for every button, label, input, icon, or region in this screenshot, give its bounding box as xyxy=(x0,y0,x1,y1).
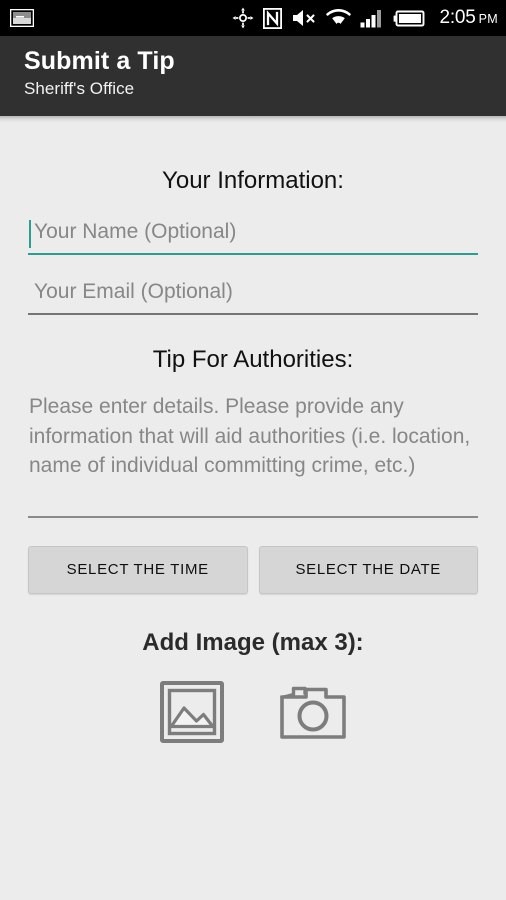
battery-icon xyxy=(393,9,426,28)
text-caret xyxy=(29,220,31,248)
gps-location-icon xyxy=(232,7,254,29)
email-input[interactable] xyxy=(28,277,478,313)
tip-textarea[interactable] xyxy=(28,392,478,516)
camera-icon xyxy=(278,686,348,749)
select-date-button[interactable]: SELECT THE DATE xyxy=(258,545,478,594)
gallery-button[interactable] xyxy=(158,678,226,746)
status-bar: 2:05 PM xyxy=(0,0,506,36)
gallery-picture-icon xyxy=(158,680,226,749)
wifi-icon xyxy=(326,8,352,28)
add-image-heading: Add Image (max 3): xyxy=(142,628,364,656)
page-title: Submit a Tip xyxy=(24,47,175,75)
app-screen: 2:05 PM Submit a Tip Sheriff's Office Yo… xyxy=(0,0,506,900)
screenshot-image-icon xyxy=(9,8,35,28)
clock-meridiem: PM xyxy=(478,12,498,26)
datetime-button-row: SELECT THE TIME SELECT THE DATE xyxy=(28,545,478,594)
clock-time: 2:05 xyxy=(439,7,476,28)
email-field-wrapper[interactable] xyxy=(28,277,478,315)
nfc-icon xyxy=(263,7,283,29)
your-information-heading: Your Information: xyxy=(162,167,344,194)
page-subtitle: Sheriff's Office xyxy=(24,79,135,98)
name-input[interactable] xyxy=(28,217,478,253)
email-field-underline xyxy=(28,313,478,315)
form-content: Your Information: Tip For Authorities: S… xyxy=(0,123,506,900)
tip-field-underline xyxy=(28,516,478,518)
tip-for-authorities-heading: Tip For Authorities: xyxy=(152,346,354,373)
cellular-signal-icon xyxy=(360,9,384,28)
tip-field-wrapper[interactable] xyxy=(28,392,478,518)
app-bar-shadow xyxy=(0,116,506,123)
status-bar-clock: 2:05 PM xyxy=(439,7,498,29)
volume-muted-icon xyxy=(291,8,317,28)
name-field-underline xyxy=(28,253,478,255)
image-source-buttons xyxy=(28,678,478,746)
app-bar: Submit a Tip Sheriff's Office xyxy=(0,36,506,116)
camera-button[interactable] xyxy=(278,678,348,746)
name-field-wrapper[interactable] xyxy=(28,217,478,255)
select-time-button[interactable]: SELECT THE TIME xyxy=(28,545,248,594)
status-bar-notifications xyxy=(9,8,35,28)
status-bar-system-icons: 2:05 PM xyxy=(232,7,498,29)
